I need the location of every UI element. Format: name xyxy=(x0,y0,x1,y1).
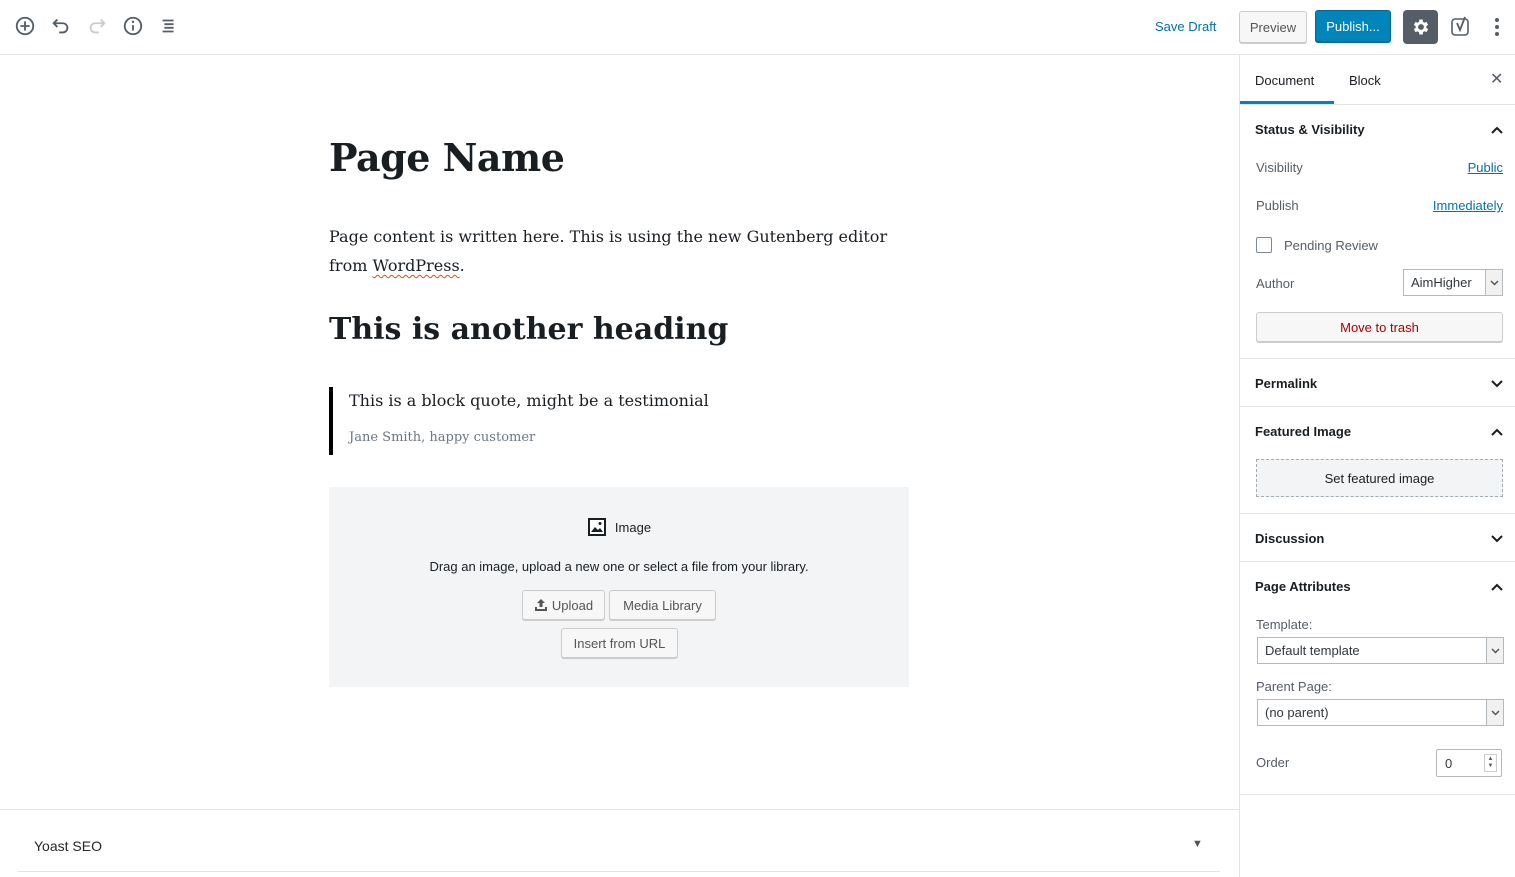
discussion-heading[interactable]: Discussion xyxy=(1255,531,1324,546)
toggle-arrow-icon[interactable]: ▼ xyxy=(1192,838,1203,850)
template-select[interactable]: Default template xyxy=(1257,637,1504,664)
set-featured-image-button[interactable]: Set featured image xyxy=(1256,459,1503,497)
tab-document[interactable]: Document xyxy=(1255,73,1314,88)
section-divider xyxy=(1240,358,1515,359)
yoast-seo-metabox[interactable]: Yoast SEO ▼ xyxy=(18,810,1220,872)
upload-icon xyxy=(534,599,547,611)
chevron-down-icon[interactable] xyxy=(1490,532,1504,546)
author-select[interactable]: AimHigher xyxy=(1403,269,1503,296)
chevron-up-icon[interactable] xyxy=(1490,580,1504,594)
vertical-ellipsis-icon xyxy=(1495,18,1499,36)
insert-from-url-button[interactable]: Insert from URL xyxy=(561,628,678,658)
chevron-up-icon[interactable] xyxy=(1490,425,1504,439)
section-divider xyxy=(1240,513,1515,514)
section-divider xyxy=(1240,561,1515,562)
spinner-down-icon[interactable]: ▼ xyxy=(1488,763,1494,770)
permalink-heading[interactable]: Permalink xyxy=(1255,376,1317,391)
chevron-down-icon xyxy=(1486,700,1503,725)
template-select-value: Default template xyxy=(1265,643,1360,658)
author-select-value: AimHigher xyxy=(1411,275,1472,290)
paragraph-misspelled-word: WordPress xyxy=(372,256,460,275)
section-divider xyxy=(1240,794,1515,795)
chevron-down-icon xyxy=(1486,638,1503,663)
order-value: 0 xyxy=(1445,755,1453,771)
active-tab-indicator xyxy=(1240,101,1334,104)
yoast-icon xyxy=(1451,16,1469,36)
heading-block[interactable]: This is another heading xyxy=(329,312,728,347)
publish-label: Publish xyxy=(1256,198,1299,213)
pending-review-checkbox[interactable] xyxy=(1256,237,1272,253)
media-library-button[interactable]: Media Library xyxy=(609,590,716,620)
sidebar-tabs: Document Block ✕ xyxy=(1240,55,1515,105)
editor-canvas: Page Name Page content is written here. … xyxy=(0,55,1239,877)
list-icon[interactable] xyxy=(157,14,181,38)
publish-button[interactable]: Publish... xyxy=(1315,10,1391,42)
paragraph-block[interactable]: Page content is written here. This is us… xyxy=(329,222,909,280)
post-title[interactable]: Page Name xyxy=(329,135,565,180)
number-spinner[interactable]: ▲ ▼ xyxy=(1484,754,1497,772)
parent-page-label: Parent Page: xyxy=(1256,679,1332,694)
paragraph-end: . xyxy=(459,256,465,275)
spinner-up-icon[interactable]: ▲ xyxy=(1488,756,1494,763)
image-label-text: Image xyxy=(614,519,652,535)
status-visibility-heading[interactable]: Status & Visibility xyxy=(1255,122,1365,137)
parent-page-select[interactable]: (no parent) xyxy=(1257,699,1504,726)
featured-image-heading[interactable]: Featured Image xyxy=(1255,424,1351,439)
order-input[interactable]: 0 ▲ ▼ xyxy=(1436,749,1502,777)
tab-block[interactable]: Block xyxy=(1349,73,1381,88)
visibility-toggle[interactable]: Public xyxy=(1468,160,1503,175)
image-icon xyxy=(587,518,606,536)
image-block-placeholder[interactable]: Image Drag an image, upload a new one or… xyxy=(329,487,909,687)
save-draft-button[interactable]: Save Draft xyxy=(1155,19,1216,34)
upload-button[interactable]: Upload xyxy=(522,590,605,620)
visibility-label: Visibility xyxy=(1256,160,1303,175)
chevron-down-icon xyxy=(1485,270,1502,295)
section-divider xyxy=(1240,406,1515,407)
undo-icon[interactable] xyxy=(49,14,73,38)
settings-button[interactable] xyxy=(1403,10,1438,44)
yoast-button[interactable] xyxy=(1449,13,1473,41)
quote-text[interactable]: This is a block quote, might be a testim… xyxy=(349,391,909,410)
preview-button[interactable]: Preview xyxy=(1239,11,1307,43)
quote-citation[interactable]: Jane Smith, happy customer xyxy=(349,430,909,445)
settings-sidebar: Document Block ✕ Status & Visibility Vis… xyxy=(1239,55,1515,877)
parent-page-select-value: (no parent) xyxy=(1265,705,1329,720)
upload-label: Upload xyxy=(551,597,594,613)
plus-circle-icon[interactable] xyxy=(13,14,37,38)
author-label: Author xyxy=(1256,276,1295,291)
publish-date-toggle[interactable]: Immediately xyxy=(1433,198,1503,213)
redo-icon[interactable] xyxy=(85,14,109,38)
chevron-down-icon[interactable] xyxy=(1490,377,1504,391)
editor-header: Save Draft Preview Publish... xyxy=(0,0,1515,55)
quote-block[interactable]: This is a block quote, might be a testim… xyxy=(329,387,909,455)
page-attributes-heading[interactable]: Page Attributes xyxy=(1255,579,1351,594)
close-icon[interactable]: ✕ xyxy=(1490,69,1503,89)
image-block-label: Image xyxy=(329,517,909,537)
yoast-seo-title: Yoast SEO xyxy=(34,838,102,854)
order-label: Order xyxy=(1256,755,1290,770)
image-instructions: Drag an image, upload a new one or selec… xyxy=(429,559,809,574)
move-to-trash-button[interactable]: Move to trash xyxy=(1256,312,1503,342)
pending-review-label[interactable]: Pending Review xyxy=(1284,238,1378,253)
info-icon[interactable] xyxy=(121,14,145,38)
gear-icon xyxy=(1413,19,1428,35)
chevron-up-icon[interactable] xyxy=(1490,123,1504,137)
template-label: Template: xyxy=(1256,617,1313,632)
more-options-button[interactable] xyxy=(1485,13,1509,41)
